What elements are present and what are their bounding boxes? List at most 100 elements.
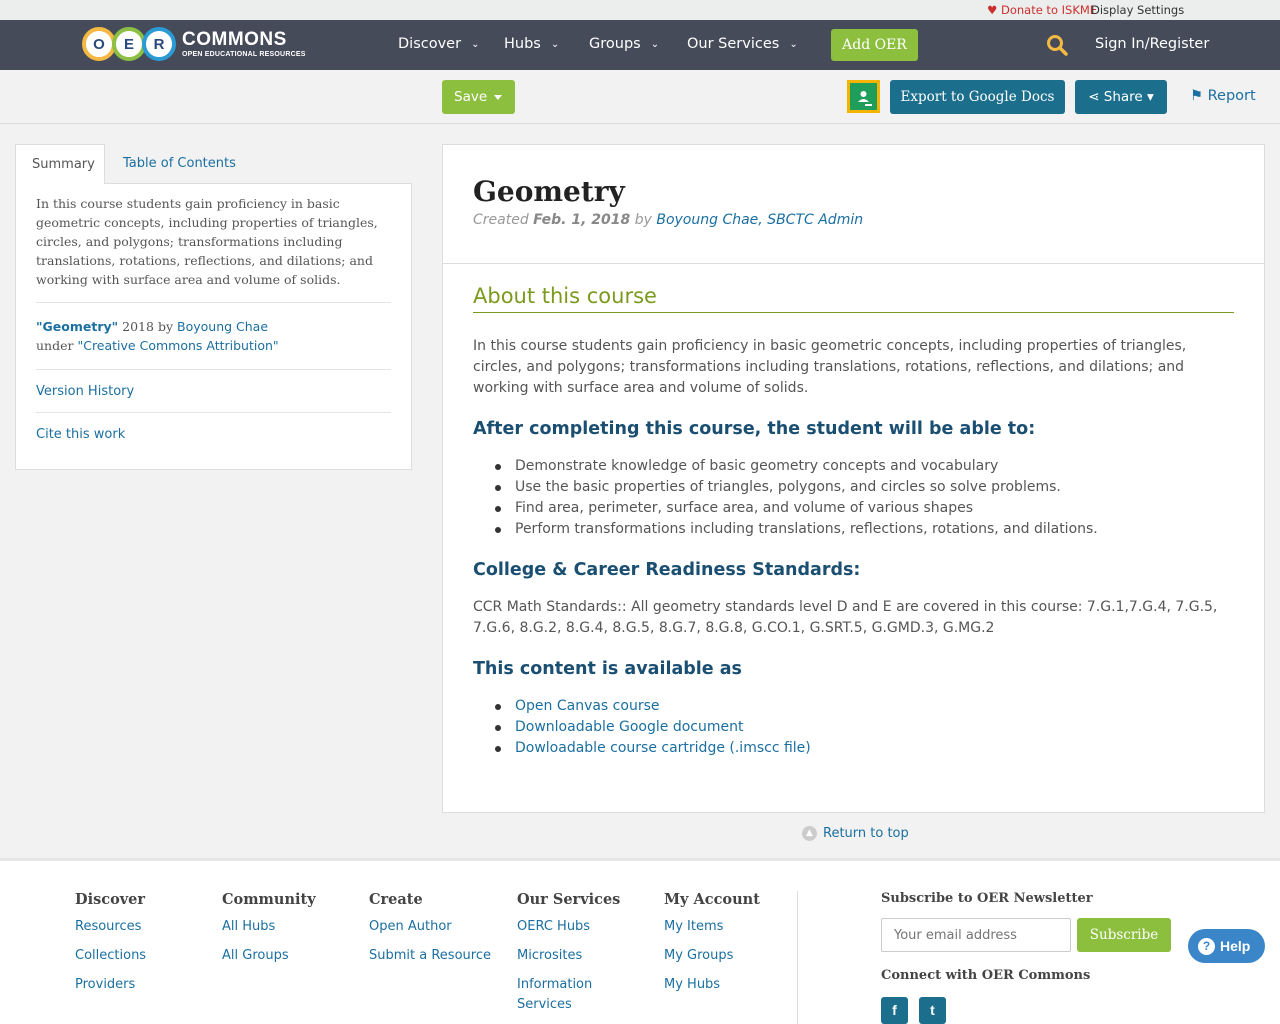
nav-hubs[interactable]: Hubs ⌄ — [504, 36, 559, 52]
resource-content: Geometry Created Feb. 1, 2018 by Boyoung… — [442, 144, 1265, 813]
footer-col-our-services: Our Services OERC Hubs Microsites Inform… — [517, 891, 627, 1024]
logo-text: COMMONS OPEN EDUCATIONAL RESOURCES — [182, 30, 306, 58]
nav-our-services-label: Our Services — [687, 36, 780, 52]
footer-col-create: Create Open Author Submit a Resource — [369, 891, 491, 975]
list-item: Perform transformations including transl… — [495, 519, 1234, 540]
facebook-icon[interactable]: f — [881, 997, 908, 1024]
footer-link-my-hubs[interactable]: My Hubs — [664, 975, 760, 995]
person-icon — [858, 91, 872, 106]
google-classroom-icon[interactable] — [847, 80, 880, 113]
tab-table-of-contents[interactable]: Table of Contents — [107, 144, 252, 184]
donate-link[interactable]: ♥ Donate to ISKME — [987, 3, 1097, 17]
footer-link-microsites[interactable]: Microsites — [517, 946, 627, 966]
attribution-by: by — [157, 319, 174, 334]
resource-meta: Created Feb. 1, 2018 by Boyoung Chae, SB… — [473, 212, 1234, 228]
footer-heading: Our Services — [517, 891, 621, 908]
footer-link-all-hubs[interactable]: All Hubs — [222, 917, 316, 937]
footer: Discover Resources Collections Providers… — [0, 858, 1280, 1024]
resource-toolbar: Save Export to Google Docs ⋖ Share ▾ ⚑ R… — [0, 70, 1280, 124]
nav-groups-label: Groups — [589, 36, 641, 52]
footer-divider — [797, 891, 798, 1024]
help-button[interactable]: ? Help — [1188, 929, 1265, 963]
version-history-link[interactable]: Version History — [36, 384, 134, 399]
return-to-top-label: Return to top — [823, 826, 909, 841]
course-cartridge-link[interactable]: Dowloadable course cartridge (.imscc fil… — [515, 740, 811, 756]
created-date: Feb. 1, 2018 — [533, 212, 631, 228]
flag-icon: ⚑ — [1190, 88, 1203, 104]
footer-link-my-groups[interactable]: My Groups — [664, 946, 760, 966]
nav-groups[interactable]: Groups ⌄ — [589, 36, 659, 52]
footer-link-all-groups[interactable]: All Groups — [222, 946, 316, 966]
utility-bar: ♥ Donate to ISKME Display Settings — [0, 0, 1280, 20]
add-oer-button[interactable]: Add OER — [831, 29, 918, 61]
authors-link[interactable]: Boyoung Chae, SBCTC Admin — [656, 212, 863, 228]
nav-our-services[interactable]: Our Services ⌄ — [687, 36, 798, 52]
footer-link-providers[interactable]: Providers — [75, 975, 146, 995]
email-field[interactable] — [881, 918, 1071, 952]
footer-link-open-author[interactable]: Open Author — [369, 917, 491, 937]
standards-text: CCR Math Standards:: All geometry standa… — [473, 599, 1218, 636]
caret-down-icon: ▾ — [1147, 89, 1154, 105]
logo-name: COMMONS — [182, 29, 287, 50]
sign-in-register-link[interactable]: Sign In/Register — [1095, 36, 1209, 52]
version-history-row: Version History — [36, 370, 391, 413]
list-item: Find area, perimeter, surface area, and … — [495, 498, 1234, 519]
logo-letter-o: O — [82, 27, 116, 61]
footer-link-oerc-hubs[interactable]: OERC Hubs — [517, 917, 627, 937]
connect-heading: Connect with OER Commons — [881, 968, 1091, 983]
donate-label: Donate to ISKME — [1000, 3, 1098, 17]
footer-heading: Community — [222, 891, 316, 908]
sidebar-panel: In this course students gain proficiency… — [15, 183, 412, 470]
logo-circles: O E R — [82, 27, 176, 61]
main-navbar: O E R COMMONS OPEN EDUCATIONAL RESOURCES… — [0, 20, 1280, 70]
license-link[interactable]: "Creative Commons Attribution" — [77, 338, 278, 353]
return-to-top-link[interactable]: ▲ Return to top — [802, 826, 909, 841]
cite-this-work-link[interactable]: Cite this work — [36, 427, 125, 442]
search-icon[interactable] — [1046, 34, 1068, 56]
newsletter-heading: Subscribe to OER Newsletter — [881, 891, 1093, 906]
canvas-course-link[interactable]: Open Canvas course — [515, 698, 659, 714]
google-document-link[interactable]: Downloadable Google document — [515, 719, 743, 735]
share-icon: ⋖ — [1088, 89, 1100, 105]
nav-discover-label: Discover — [398, 36, 462, 52]
nav-discover[interactable]: Discover ⌄ — [398, 36, 479, 52]
footer-link-submit-resource[interactable]: Submit a Resource — [369, 946, 491, 966]
footer-link-information-services[interactable]: Information Services — [517, 975, 597, 1015]
page-title: Geometry — [473, 175, 625, 208]
heart-icon: ♥ — [987, 3, 998, 17]
list-item: Use the basic properties of triangles, p… — [495, 477, 1234, 498]
share-label: Share — [1103, 89, 1143, 105]
logo-letter-e: E — [112, 27, 146, 61]
attribution-under: under — [36, 338, 74, 353]
chevron-down-icon: ⌄ — [550, 39, 560, 50]
cite-row: Cite this work — [36, 413, 391, 455]
list-item: Dowloadable course cartridge (.imscc fil… — [495, 738, 1234, 759]
footer-heading: My Account — [664, 891, 760, 908]
chevron-down-icon: ⌄ — [789, 39, 798, 50]
footer-link-resources[interactable]: Resources — [75, 917, 146, 937]
save-button[interactable]: Save — [442, 80, 515, 114]
display-settings-link[interactable]: Display Settings — [1091, 3, 1184, 17]
attribution-author-link[interactable]: Boyoung Chae — [177, 319, 268, 334]
oer-commons-logo[interactable]: O E R COMMONS OPEN EDUCATIONAL RESOURCES — [82, 26, 306, 62]
logo-letter-r: R — [142, 27, 176, 61]
subscribe-button[interactable]: Subscribe — [1077, 918, 1171, 952]
arrow-up-icon: ▲ — [802, 826, 817, 841]
resource-body: About this course In this course student… — [443, 264, 1264, 759]
available-heading: This content is available as — [473, 659, 742, 679]
tab-summary[interactable]: Summary — [15, 144, 105, 184]
caret-down-icon — [494, 95, 502, 100]
footer-link-my-items[interactable]: My Items — [664, 917, 760, 937]
list-item: Downloadable Google document — [495, 717, 1234, 738]
help-label: Help — [1220, 938, 1251, 954]
footer-link-collections[interactable]: Collections — [75, 946, 146, 966]
footer-heading: Create — [369, 891, 423, 908]
classroom-board — [850, 83, 877, 110]
save-label: Save — [454, 89, 488, 105]
twitter-icon[interactable]: t — [919, 997, 946, 1024]
attribution-title[interactable]: "Geometry" — [36, 319, 118, 334]
report-link[interactable]: ⚑ Report — [1190, 88, 1256, 104]
about-heading: About this course — [473, 282, 1234, 313]
share-button[interactable]: ⋖ Share ▾ — [1075, 80, 1167, 114]
export-to-google-docs-button[interactable]: Export to Google Docs — [890, 80, 1065, 114]
